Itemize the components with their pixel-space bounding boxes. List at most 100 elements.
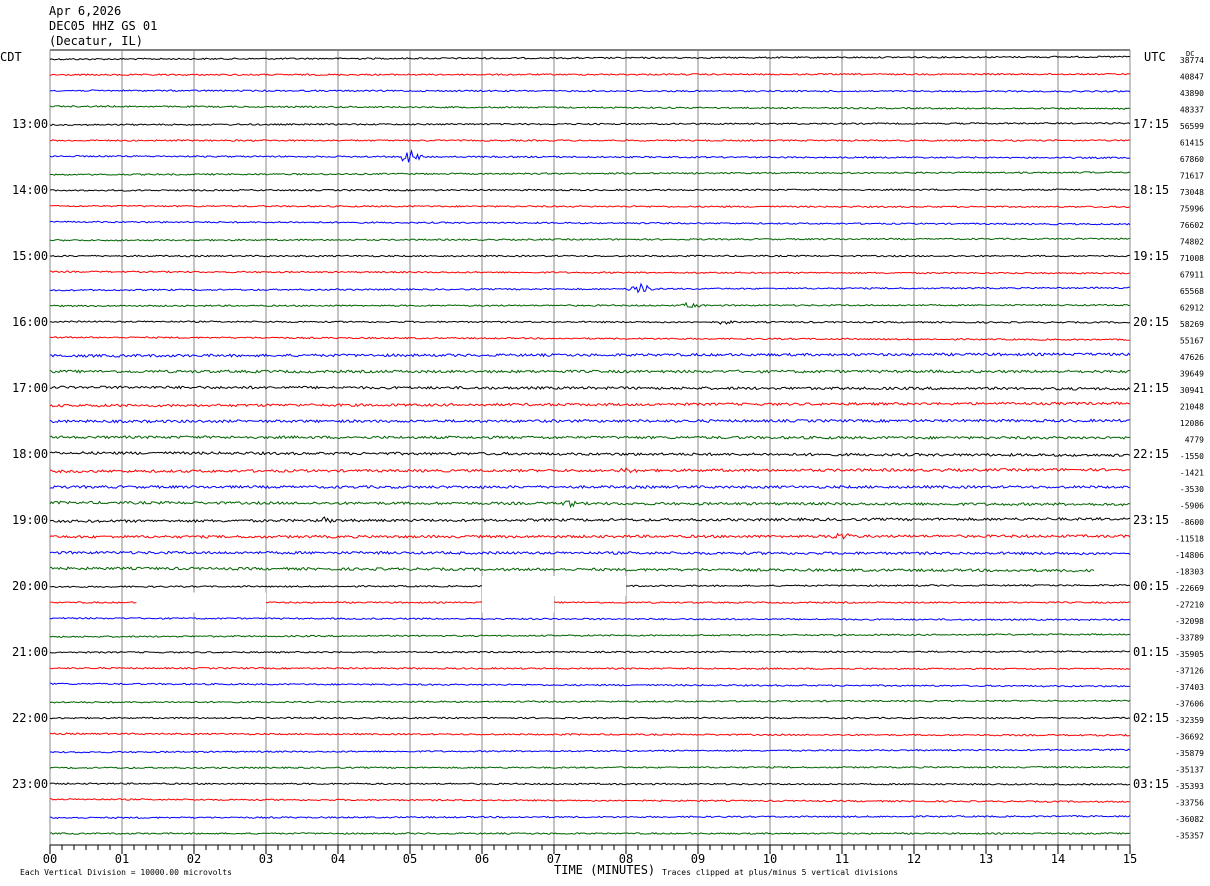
seismic-trace [49, 188, 1131, 192]
trace-offset-label: 56599 [1180, 122, 1204, 131]
seismic-trace [49, 418, 1131, 424]
x-tick-label: 10 [763, 852, 777, 866]
trace-offset-label: 39649 [1180, 370, 1204, 379]
trace-offset-label: 73048 [1180, 188, 1204, 197]
trace-offset-label: 74802 [1180, 238, 1204, 247]
left-hour-label: 22:00 [12, 711, 48, 725]
right-hour-label: 23:15 [1133, 513, 1169, 527]
trace-offset-label: 61415 [1180, 139, 1204, 148]
seismic-trace [49, 484, 1131, 490]
seismic-trace [49, 171, 1131, 176]
x-tick-label: 05 [403, 852, 417, 866]
trace-offset-label: 21048 [1180, 403, 1204, 412]
seismic-trace [49, 89, 1131, 93]
trace-offset-label: 67860 [1180, 155, 1204, 164]
data-gap [482, 592, 554, 613]
left-hour-label: 19:00 [12, 513, 48, 527]
left-hour-label: 18:00 [12, 447, 48, 461]
trace-offset-label: 62912 [1180, 304, 1204, 313]
right-hour-label: 19:15 [1133, 249, 1169, 263]
trace-offset-label: 58269 [1180, 320, 1204, 329]
trace-offset-label: -32098 [1175, 617, 1204, 626]
x-axis-title: TIME (MINUTES) [554, 863, 655, 877]
right-hour-label: 03:15 [1133, 777, 1169, 791]
seismic-trace [49, 320, 1131, 325]
trace-offset-label: -35879 [1175, 749, 1204, 758]
x-tick-label: 13 [979, 852, 993, 866]
seismic-trace [49, 699, 1131, 704]
seismic-trace [49, 149, 1131, 163]
seismic-trace [49, 282, 1130, 294]
right-hour-label: 01:15 [1133, 645, 1169, 659]
trace-offset-label: -22669 [1175, 584, 1204, 593]
seismic-trace [49, 72, 1131, 77]
trace-offset-label: -36692 [1175, 733, 1204, 742]
seismic-trace [49, 732, 1131, 737]
right-hour-label: 21:15 [1133, 381, 1169, 395]
seismic-trace [49, 204, 1131, 209]
seismic-trace [49, 798, 1131, 803]
seismic-trace [49, 121, 1131, 127]
clip-note: Traces clipped at plus/minus 5 vertical … [662, 868, 898, 877]
seismic-trace [49, 301, 1131, 309]
x-tick-label: 12 [907, 852, 921, 866]
data-gaps [136, 576, 626, 613]
trace-offset-label: -8600 [1180, 518, 1204, 527]
x-tick-label: 04 [331, 852, 345, 866]
x-tick-label: 02 [187, 852, 201, 866]
trace-offset-label: -37606 [1175, 700, 1204, 709]
seismic-trace [49, 270, 1131, 275]
trace-offset-label: -11518 [1175, 535, 1204, 544]
right-hour-label: 17:15 [1133, 117, 1169, 131]
seismic-trace [49, 237, 1131, 242]
right-hour-label: 02:15 [1133, 711, 1169, 725]
trace-offset-label: 71008 [1180, 254, 1204, 263]
traces [49, 55, 1131, 835]
trace-offset-label: -35905 [1175, 650, 1204, 659]
x-tick-label: 14 [1051, 852, 1065, 866]
left-hour-label: 20:00 [12, 579, 48, 593]
seismic-trace [49, 782, 1131, 786]
right-hour-label: 20:15 [1133, 315, 1169, 329]
seismic-trace [49, 832, 1131, 835]
right-corner-label: DC [1186, 50, 1194, 58]
left-hour-label: 14:00 [12, 183, 48, 197]
trace-offset-label: -37403 [1175, 683, 1204, 692]
trace-offset-label: -18303 [1175, 568, 1204, 577]
helicorder-chart: 13:00 14:00 15:00 16:00 17:00 18:00 19:00 20:00… [0, 49, 1204, 877]
seismic-trace [49, 716, 1131, 720]
trace-offset-label: 55167 [1180, 337, 1204, 346]
trace-offset-label: -3530 [1180, 485, 1204, 494]
seismic-trace [49, 550, 1131, 556]
trace-offset-label: -35393 [1175, 782, 1204, 791]
x-tick-label: 01 [115, 852, 129, 866]
trace-offset-label: -14806 [1175, 551, 1204, 560]
trace-offset-label: 43890 [1180, 89, 1204, 98]
seismic-trace [49, 500, 1131, 509]
right-timezone-label: UTC [1144, 50, 1166, 64]
seismic-trace [49, 815, 1131, 820]
trace-offset-label: -35137 [1175, 766, 1204, 775]
trace-offset-label: 48337 [1180, 106, 1204, 115]
x-tick-label: 09 [691, 852, 705, 866]
left-hour-label: 15:00 [12, 249, 48, 263]
trace-offset-label: 40847 [1180, 73, 1204, 82]
left-hour-label: 21:00 [12, 645, 48, 659]
trace-offset-label: -35357 [1175, 832, 1204, 841]
seismic-trace [49, 55, 1131, 61]
labels: 13:00 14:00 15:00 16:00 17:00 18:00 19:00 20:00… [12, 56, 1204, 866]
seismic-trace [49, 650, 1131, 654]
left-timezone-label: CDT [0, 50, 22, 64]
trace-offset-label: 67911 [1180, 271, 1204, 280]
trace-offset-label: -33789 [1175, 634, 1204, 643]
trace-offset-label: -32359 [1175, 716, 1204, 725]
left-hour-label: 23:00 [12, 777, 48, 791]
seismic-trace [49, 633, 1131, 638]
seismic-trace [49, 616, 1131, 622]
seismic-trace [49, 139, 1131, 142]
trace-offset-label: -1550 [1180, 452, 1204, 461]
x-tick-label: 15 [1123, 852, 1137, 866]
trace-offset-label: 71617 [1180, 172, 1204, 181]
seismic-trace [49, 105, 1131, 111]
seismic-trace [49, 254, 1131, 258]
